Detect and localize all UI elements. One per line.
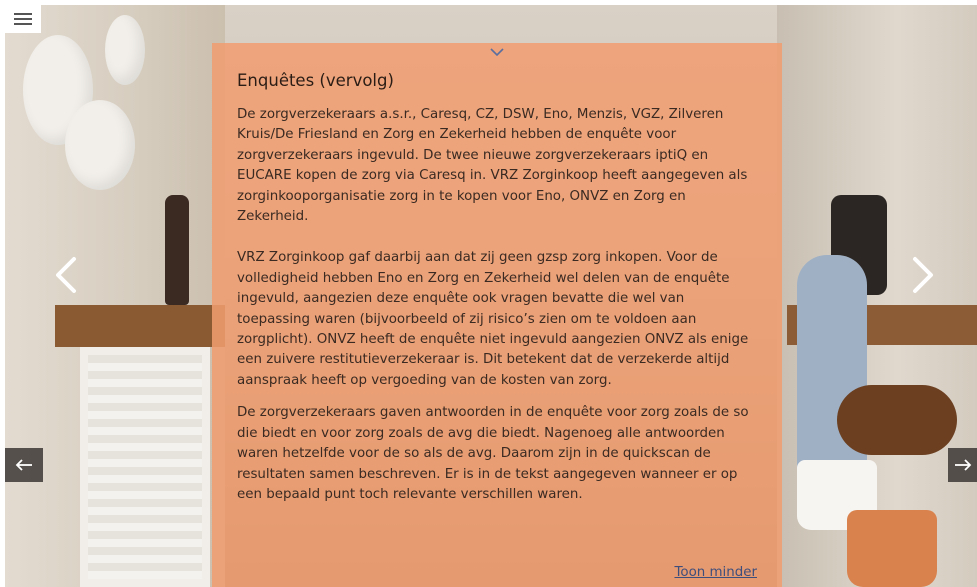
content-panel: Enquêtes (vervolg) De zorgverzekeraars a… bbox=[212, 43, 782, 587]
hamburger-menu-icon bbox=[14, 13, 32, 25]
chevron-right-icon bbox=[913, 257, 933, 293]
hanging-pot-image bbox=[65, 100, 135, 190]
bottle-image bbox=[165, 195, 189, 305]
arrow-right-icon bbox=[954, 459, 971, 471]
panel-title: Enquêtes (vervolg) bbox=[237, 71, 394, 90]
cabinet-left bbox=[80, 347, 210, 587]
chair-image bbox=[837, 385, 957, 455]
previous-slide-button[interactable] bbox=[50, 255, 82, 299]
show-less-link[interactable]: Toon minder bbox=[674, 565, 757, 580]
paragraph-2: VRZ Zorginkoop gaf daarbij aan dat zij g… bbox=[237, 250, 749, 388]
chevron-left-icon bbox=[56, 257, 76, 293]
previous-page-button[interactable] bbox=[5, 448, 43, 482]
next-page-button[interactable] bbox=[948, 448, 977, 482]
hanging-pot-image bbox=[105, 15, 145, 85]
arrow-left-icon bbox=[15, 459, 32, 471]
paragraph-1: De zorgverzekeraars a.s.r., Caresq, CZ, … bbox=[237, 107, 748, 225]
next-slide-button[interactable] bbox=[907, 255, 939, 299]
orange-mug-image bbox=[847, 510, 937, 587]
menu-button[interactable] bbox=[5, 5, 41, 33]
paragraph-3: De zorgverzekeraars gaven antwoorden in … bbox=[237, 405, 749, 502]
chevron-down-icon[interactable] bbox=[488, 45, 506, 59]
counter-left bbox=[55, 305, 225, 347]
